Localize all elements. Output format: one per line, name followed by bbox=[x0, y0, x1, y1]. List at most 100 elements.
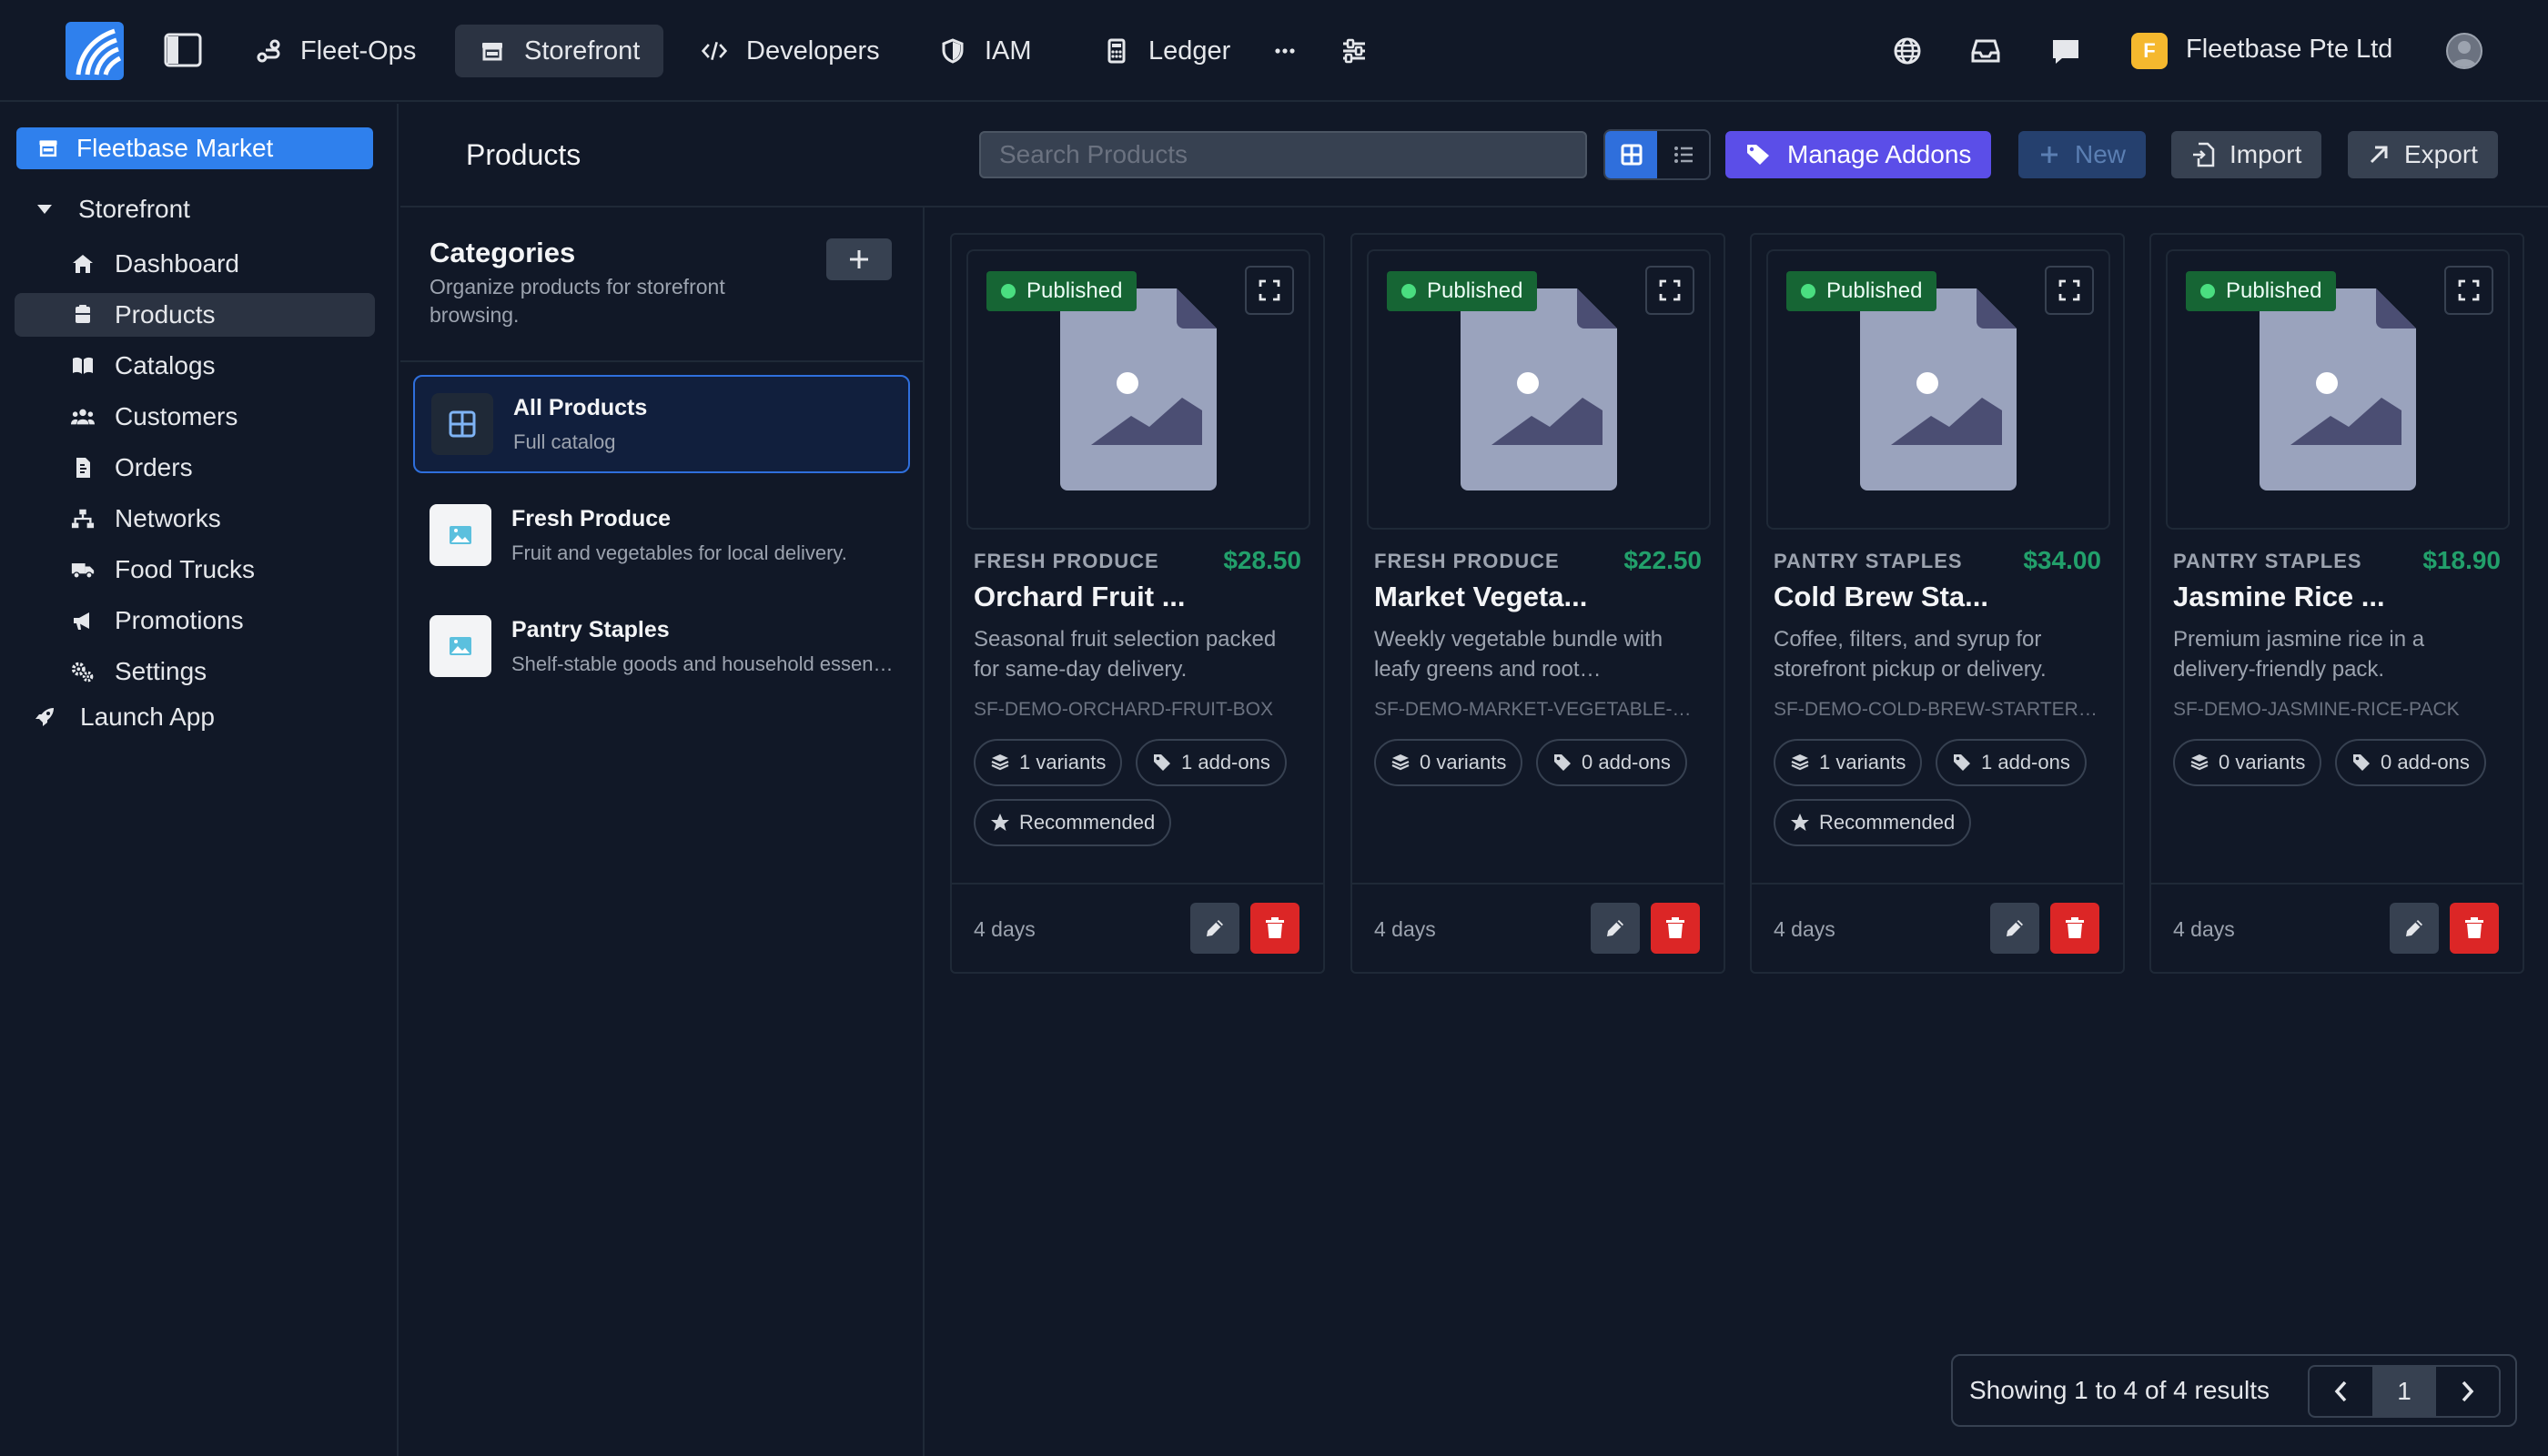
org-name[interactable]: Fleetbase Pte Ltd bbox=[2186, 35, 2392, 65]
nav-label: Developers bbox=[746, 35, 880, 66]
add-category-button[interactable] bbox=[826, 238, 892, 280]
org-badge[interactable]: F bbox=[2131, 33, 2168, 69]
arrow-up-right-icon bbox=[2368, 144, 2390, 166]
status-label: Published bbox=[1826, 278, 1923, 303]
delete-button[interactable] bbox=[2450, 903, 2499, 954]
sidebar-item-settings[interactable]: Settings bbox=[15, 650, 375, 693]
launch-app-link[interactable]: Launch App bbox=[33, 703, 215, 732]
product-card[interactable]: Published PANTRY STAPLES $18.90 Jasmine Ric… bbox=[2149, 233, 2524, 974]
product-card[interactable]: Published FRESH PRODUCE $22.50 Market Veget… bbox=[1350, 233, 1725, 974]
page-number-button[interactable]: 1 bbox=[2372, 1367, 2436, 1416]
delete-button[interactable] bbox=[1250, 903, 1299, 954]
nav-fleet-ops[interactable]: Fleet-Ops bbox=[231, 25, 440, 77]
product-name[interactable]: Market Vegeta... bbox=[1374, 581, 1587, 613]
fleetbase-logo[interactable] bbox=[66, 22, 124, 80]
sidebar-item-label: Food Trucks bbox=[115, 555, 256, 583]
next-page-button[interactable] bbox=[2436, 1367, 2499, 1416]
product-image[interactable]: Published bbox=[1766, 249, 2110, 530]
layers-icon bbox=[2189, 753, 2209, 773]
store-switcher[interactable]: Fleetbase Market bbox=[16, 127, 373, 169]
status-label: Published bbox=[2226, 278, 2322, 303]
receipt-icon bbox=[71, 456, 95, 480]
new-button[interactable]: New bbox=[2018, 131, 2147, 178]
status-dot bbox=[1401, 284, 1416, 298]
sidebar-toggle-icon[interactable] bbox=[164, 33, 202, 67]
section-label: Storefront bbox=[78, 195, 190, 223]
sidebar-item-catalogs[interactable]: Catalogs bbox=[15, 344, 375, 388]
sidebar-item-orders[interactable]: Orders bbox=[15, 446, 375, 490]
category-all-products[interactable]: All Products Full catalog bbox=[413, 375, 910, 473]
box-icon bbox=[71, 303, 95, 327]
export-button[interactable]: Export bbox=[2348, 131, 2498, 178]
delete-button[interactable] bbox=[1651, 903, 1700, 954]
image-placeholder-icon bbox=[2260, 288, 2416, 490]
button-label: New bbox=[2075, 140, 2127, 168]
grid-icon bbox=[1620, 143, 1643, 167]
nav-ledger[interactable]: Ledger bbox=[1079, 25, 1254, 77]
user-avatar[interactable] bbox=[2446, 33, 2482, 69]
sidebar-item-networks[interactable]: Networks bbox=[15, 497, 375, 541]
sliders-icon[interactable] bbox=[1336, 33, 1372, 69]
trash-icon bbox=[1664, 916, 1686, 940]
sidebar-item-dashboard[interactable]: Dashboard bbox=[15, 242, 375, 286]
product-name[interactable]: Cold Brew Sta... bbox=[1774, 581, 1988, 613]
product-image[interactable]: Published bbox=[966, 249, 1310, 530]
search-input[interactable] bbox=[979, 131, 1587, 178]
launch-app-label: Launch App bbox=[80, 703, 215, 731]
expand-button[interactable] bbox=[1645, 266, 1694, 315]
product-price: $28.50 bbox=[1223, 546, 1301, 574]
status-badge: Published bbox=[2186, 271, 2337, 311]
product-card[interactable]: Published PANTRY STAPLES $34.00 Cold Brew S… bbox=[1750, 233, 2125, 974]
chip-label: Recommended bbox=[1019, 811, 1156, 834]
prev-page-button[interactable] bbox=[2310, 1367, 2372, 1416]
code-icon bbox=[701, 37, 728, 65]
expand-button[interactable] bbox=[2444, 266, 2493, 315]
sidebar-item-label: Products bbox=[115, 300, 216, 329]
category-fresh-produce[interactable]: Fresh Produce Fruit and vegetables for l… bbox=[413, 486, 910, 584]
more-icon[interactable] bbox=[1267, 33, 1303, 69]
product-name[interactable]: Orchard Fruit ... bbox=[974, 581, 1186, 613]
expand-button[interactable] bbox=[1245, 266, 1294, 315]
addons-chip: 0 add-ons bbox=[2335, 739, 2486, 786]
edit-button[interactable] bbox=[1990, 903, 2039, 954]
status-dot bbox=[1801, 284, 1815, 298]
expand-button[interactable] bbox=[2045, 266, 2094, 315]
image-placeholder-icon bbox=[430, 615, 491, 677]
product-card[interactable]: Published FRESH PRODUCE $28.50 Orchard Frui… bbox=[950, 233, 1325, 974]
product-image[interactable]: Published bbox=[2166, 249, 2510, 530]
edit-button[interactable] bbox=[1591, 903, 1640, 954]
product-name[interactable]: Jasmine Rice ... bbox=[2173, 581, 2385, 613]
sidebar-item-promotions[interactable]: Promotions bbox=[15, 599, 375, 642]
chat-icon[interactable] bbox=[2048, 33, 2084, 69]
nav-iam[interactable]: IAM bbox=[915, 25, 1056, 77]
edit-button[interactable] bbox=[2390, 903, 2439, 954]
nav-label: Ledger bbox=[1148, 35, 1231, 66]
sidebar-item-customers[interactable]: Customers bbox=[15, 395, 375, 439]
manage-addons-button[interactable]: Manage Addons bbox=[1725, 131, 1992, 178]
product-sku: SF-DEMO-COLD-BREW-STARTER-KIT bbox=[1774, 699, 2103, 720]
variants-chip: 1 variants bbox=[1774, 739, 1923, 786]
globe-icon[interactable] bbox=[1889, 33, 1926, 69]
addons-chip: 0 add-ons bbox=[1536, 739, 1687, 786]
chip-label: 0 variants bbox=[2219, 751, 2306, 774]
list-view-button[interactable] bbox=[1657, 131, 1709, 178]
chevron-right-icon bbox=[2459, 1380, 2475, 1403]
grid-view-button[interactable] bbox=[1605, 131, 1657, 178]
plus-icon bbox=[2038, 144, 2060, 166]
nav-storefront[interactable]: Storefront bbox=[455, 25, 664, 77]
category-description: Fruit and vegetables for local delivery. bbox=[511, 541, 847, 564]
import-button[interactable]: Import bbox=[2171, 131, 2322, 178]
book-icon bbox=[71, 354, 95, 378]
sidebar-section-storefront[interactable]: Storefront bbox=[36, 195, 190, 224]
divider bbox=[952, 883, 1323, 885]
star-icon bbox=[1790, 813, 1810, 833]
sidebar-item-products[interactable]: Products bbox=[15, 293, 375, 337]
nav-developers[interactable]: Developers bbox=[677, 25, 904, 77]
delete-button[interactable] bbox=[2050, 903, 2099, 954]
sidebar-item-food-trucks[interactable]: Food Trucks bbox=[15, 548, 375, 592]
edit-button[interactable] bbox=[1190, 903, 1239, 954]
inbox-icon[interactable] bbox=[1967, 33, 2004, 69]
category-pantry-staples[interactable]: Pantry Staples Shelf-stable goods and ho… bbox=[413, 597, 910, 695]
product-image[interactable]: Published bbox=[1367, 249, 1711, 530]
categories-panel: Categories Organize products for storefr… bbox=[400, 207, 925, 1456]
